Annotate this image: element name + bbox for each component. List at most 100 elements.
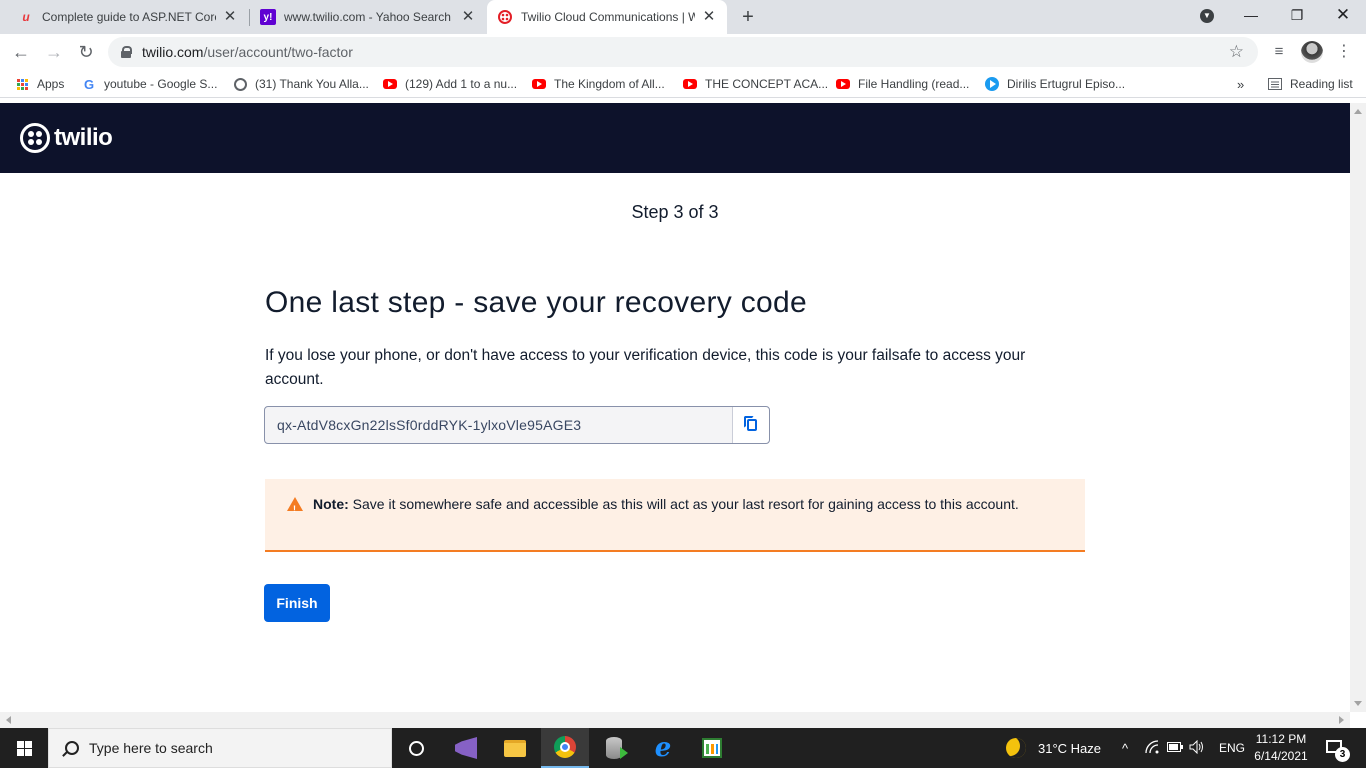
recovery-code-value[interactable]: qx-AtdV8cxGn22lsSf0rddRYK-1ylxoVle95AGE3 (265, 407, 732, 443)
close-tab-icon[interactable]: ✕ (701, 9, 717, 25)
apps-grid-icon (15, 77, 29, 91)
scroll-right-icon[interactable] (1339, 716, 1344, 724)
windows-logo-icon (17, 741, 32, 756)
weather-widget[interactable]: 31°C Haze (1006, 728, 1101, 768)
scroll-left-icon[interactable] (6, 716, 11, 724)
chart-app[interactable] (688, 728, 736, 768)
database-icon (606, 737, 628, 759)
copy-code-button[interactable] (732, 407, 769, 443)
scroll-down-icon[interactable] (1354, 701, 1362, 706)
search-icon (65, 741, 79, 755)
warning-note: Note: Save it somewhere safe and accessi… (265, 479, 1085, 552)
bookmarks-overflow-button[interactable]: » (1237, 75, 1244, 93)
youtube-icon (383, 77, 397, 91)
bookmark-item[interactable]: File Handling (read... (836, 75, 969, 93)
youtube-icon (532, 77, 546, 91)
copy-icon-front (747, 419, 757, 431)
address-bar[interactable]: twilio.com/user/account/two-factor ☆ (108, 37, 1258, 67)
google-icon: G (83, 76, 95, 92)
description-text: If you lose your phone, or don't have ac… (265, 347, 1026, 388)
battery-icon[interactable] (1167, 741, 1183, 755)
note-label: Note: (313, 496, 349, 512)
menu-kebab-icon[interactable]: ⋮ (1331, 39, 1357, 65)
taskbar-search[interactable]: Type here to search (48, 728, 392, 768)
media-queue-icon[interactable]: ≡ (1266, 39, 1292, 65)
lock-icon[interactable] (120, 46, 132, 58)
page-content: twilio Step 3 of 3 One last step - save … (0, 103, 1350, 712)
weather-text: 31°C Haze (1038, 740, 1102, 756)
avatar (1301, 41, 1323, 64)
reload-icon[interactable]: ↻ (73, 39, 99, 65)
yahoo-icon: y! (260, 9, 276, 25)
udemy-icon: u (22, 10, 30, 24)
show-hidden-icons[interactable]: ^ (1122, 728, 1128, 768)
twilio-header: twilio (0, 103, 1350, 173)
internet-explorer-app[interactable]: e (639, 728, 687, 768)
start-button[interactable] (0, 728, 48, 768)
profile-avatar-button[interactable] (1299, 39, 1325, 65)
clock-date: 6/14/2021 (1254, 749, 1308, 763)
bookmark-item[interactable]: (31) Thank You Alla... (233, 75, 369, 93)
bookmark-item[interactable]: Dirilis Ertugrul Episo... (985, 75, 1125, 93)
forward-arrow-icon[interactable]: → (41, 39, 67, 65)
tab-asp-net-guide[interactable]: u Complete guide to ASP.NET Core ✕ (8, 0, 248, 34)
url-host: twilio.com (142, 44, 204, 60)
globe-icon (233, 77, 247, 91)
twilio-wordmark: twilio (54, 124, 113, 151)
bookmark-star-icon[interactable]: ☆ (1229, 42, 1244, 62)
bookmarks-bar: Apps G youtube - Google S... (31) Thank … (0, 70, 1366, 98)
twilio-logo-icon (20, 123, 50, 153)
language-indicator[interactable]: ENG (1219, 728, 1245, 768)
internet-explorer-icon: e (654, 733, 672, 763)
tab-search-icon[interactable]: ▼ (1184, 0, 1230, 30)
new-tab-button[interactable]: + (738, 6, 758, 28)
search-placeholder: Type here to search (89, 740, 213, 756)
volume-icon[interactable] (1189, 739, 1205, 757)
cortana-icon (408, 740, 424, 756)
tab-yahoo-search[interactable]: y! www.twilio.com - Yahoo Search R ✕ (250, 0, 486, 34)
recovery-code-field: qx-AtdV8cxGn22lsSf0rddRYK-1ylxoVle95AGE3 (264, 406, 770, 444)
windows-taskbar: Type here to search e 31°C Haze ^ ENG 11… (0, 728, 1366, 768)
visual-studio-app[interactable] (442, 728, 490, 768)
file-explorer-app[interactable] (491, 728, 539, 768)
tab-twilio[interactable]: Twilio Cloud Communications | W ✕ (487, 0, 727, 34)
database-app[interactable] (590, 728, 638, 768)
note-text: Save it somewhere safe and accessible as… (352, 496, 1019, 512)
close-tab-icon[interactable]: ✕ (222, 9, 238, 25)
wifi-icon[interactable] (1145, 739, 1161, 757)
back-arrow-icon[interactable]: ← (8, 39, 34, 65)
reading-list-button[interactable]: Reading list (1268, 75, 1353, 93)
bookmark-item[interactable]: G youtube - Google S... (82, 75, 217, 93)
reading-list-icon (1268, 77, 1282, 91)
system-clock[interactable]: 11:12 PM 6/14/2021 (1245, 731, 1317, 765)
visual-studio-icon (455, 737, 477, 759)
tab-strip: u Complete guide to ASP.NET Core ✕ y! ww… (0, 0, 1366, 34)
restore-button[interactable]: ❐ (1274, 0, 1320, 30)
chrome-icon (554, 736, 576, 758)
browser-toolbar: ← → ↻ twilio.com/user/account/two-factor… (0, 34, 1366, 70)
notification-count-badge: 3 (1335, 747, 1350, 762)
folder-icon (504, 739, 526, 757)
twilio-logo[interactable]: twilio (20, 123, 113, 153)
bookmark-apps[interactable]: Apps (15, 75, 64, 93)
weather-moon-icon (1006, 738, 1026, 758)
url-path: /user/account/two-factor (203, 44, 353, 60)
step-indicator: Step 3 of 3 (631, 202, 719, 222)
cortana-button[interactable] (392, 728, 440, 768)
bookmark-item[interactable]: THE CONCEPT ACA... (683, 75, 828, 93)
youtube-icon (836, 77, 850, 91)
scroll-up-icon[interactable] (1354, 109, 1362, 114)
warning-icon (287, 497, 303, 519)
horizontal-scrollbar[interactable] (0, 712, 1350, 728)
chrome-app[interactable] (541, 728, 589, 768)
minimize-button[interactable]: — (1228, 0, 1274, 30)
bookmark-item[interactable]: (129) Add 1 to a nu... (383, 75, 517, 93)
vertical-scrollbar[interactable] (1350, 103, 1366, 712)
close-window-button[interactable]: ✕ (1320, 0, 1366, 30)
bookmark-item[interactable]: The Kingdom of All... (532, 75, 665, 93)
close-tab-icon[interactable]: ✕ (460, 9, 476, 25)
notifications-button[interactable]: 3 (1323, 728, 1366, 768)
finish-button[interactable]: Finish (264, 584, 330, 622)
clock-time: 11:12 PM (1255, 732, 1307, 746)
page-title: One last step - save your recovery code (265, 286, 807, 319)
